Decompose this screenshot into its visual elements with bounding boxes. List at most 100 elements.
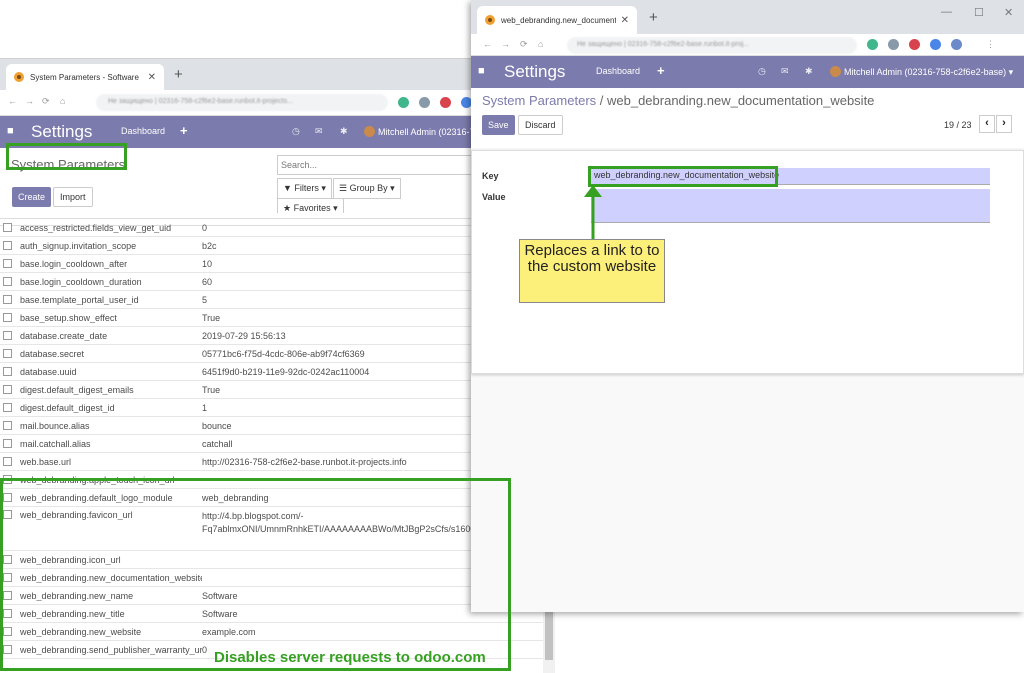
- new-tab-button[interactable]: +: [649, 9, 658, 26]
- reload-icon[interactable]: ⟳: [520, 39, 528, 50]
- extension-purple-icon[interactable]: [951, 39, 962, 50]
- menu-dashboard[interactable]: Dashboard: [121, 126, 165, 136]
- group-by-dropdown[interactable]: ☰ Group By ▾: [333, 178, 401, 199]
- row-checkbox[interactable]: [3, 421, 12, 430]
- table-row[interactable]: mail.bounce.alias bounce: [0, 417, 545, 435]
- row-checkbox[interactable]: [3, 241, 12, 250]
- tab-title: web_debranding.new_document: [501, 15, 616, 25]
- extension-red-icon[interactable]: [440, 97, 451, 108]
- debug-bug-icon[interactable]: ✱: [340, 126, 348, 137]
- table-row[interactable]: base.login_cooldown_after 10: [0, 255, 545, 273]
- param-key: database.secret: [20, 348, 85, 359]
- reload-icon[interactable]: ⟳: [42, 96, 50, 107]
- table-row[interactable]: auth_signup.invitation_scope b2c: [0, 237, 545, 255]
- param-value: catchall: [202, 438, 233, 449]
- param-key: digest.default_digest_emails: [20, 384, 134, 395]
- close-tab-icon[interactable]: ✕: [148, 72, 156, 83]
- list-scrollbar-thumb[interactable]: [545, 612, 553, 660]
- menu-dashboard[interactable]: Dashboard: [596, 66, 640, 76]
- breadcrumb: System Parameters / web_debranding.new_d…: [482, 93, 874, 108]
- table-row[interactable]: base.template_portal_user_id 5: [0, 291, 545, 309]
- home-icon[interactable]: ⌂: [60, 96, 65, 106]
- close-window-icon[interactable]: ✕: [1004, 6, 1013, 19]
- row-checkbox[interactable]: [3, 457, 12, 466]
- create-button[interactable]: Create: [12, 187, 52, 207]
- param-key: mail.catchall.alias: [20, 438, 91, 449]
- back-arrow-icon[interactable]: ←: [8, 96, 17, 106]
- table-row[interactable]: digest.default_digest_emails True: [0, 381, 545, 399]
- row-checkbox[interactable]: [3, 367, 12, 376]
- chat-bubble-icon[interactable]: ✉: [315, 126, 323, 137]
- value-field[interactable]: [591, 189, 990, 223]
- close-tab-icon[interactable]: ✕: [621, 15, 629, 26]
- odoo-favicon-icon: [14, 72, 24, 82]
- row-checkbox[interactable]: [3, 295, 12, 304]
- url-field[interactable]: Не защищено | 02316-758-c2f6e2-base.runb…: [96, 94, 388, 111]
- pager-previous-button[interactable]: ‹: [979, 115, 995, 133]
- save-button[interactable]: Save: [482, 115, 515, 135]
- back-arrow-icon[interactable]: ←: [483, 39, 492, 49]
- table-row[interactable]: base_setup.show_effect True: [0, 309, 545, 327]
- row-checkbox[interactable]: [3, 223, 12, 232]
- table-row[interactable]: web.base.url http://02316-758-c2f6e2-base…: [0, 453, 545, 471]
- table-row[interactable]: access_restricted.fields_view_get_uid 0: [0, 219, 545, 237]
- extension-green-icon[interactable]: [398, 97, 409, 108]
- param-value: 10: [202, 258, 213, 269]
- row-checkbox[interactable]: [3, 349, 12, 358]
- menu-plus-icon[interactable]: +: [180, 123, 188, 138]
- extension-gray-icon[interactable]: [888, 39, 899, 50]
- param-value: 2019-07-29 15:56:13: [202, 330, 286, 341]
- row-checkbox[interactable]: [3, 439, 12, 448]
- row-checkbox[interactable]: [3, 277, 12, 286]
- browser-menu-icon[interactable]: ⋮: [986, 39, 995, 50]
- tab-title: System Parameters - Software: [30, 72, 139, 82]
- new-tab-button[interactable]: +: [174, 66, 183, 83]
- row-checkbox[interactable]: [3, 313, 12, 322]
- row-checkbox[interactable]: [3, 403, 12, 412]
- table-row[interactable]: mail.catchall.alias catchall: [0, 435, 545, 453]
- value-label: Value: [482, 192, 506, 202]
- discard-button[interactable]: Discard: [518, 115, 563, 135]
- row-checkbox[interactable]: [3, 259, 12, 268]
- minimize-icon[interactable]: —: [941, 6, 952, 18]
- chat-bubble-icon[interactable]: ✉: [781, 66, 789, 77]
- app-brand[interactable]: Settings: [504, 62, 565, 82]
- maximize-icon[interactable]: ☐: [974, 6, 984, 19]
- filters-dropdown[interactable]: ▼ Filters ▾: [277, 178, 332, 199]
- browser-tab-system-parameters[interactable]: System Parameters - Software ✕: [6, 64, 164, 90]
- import-button[interactable]: Import: [53, 187, 93, 207]
- table-row[interactable]: base.login_cooldown_duration 60: [0, 273, 545, 291]
- debug-bug-icon[interactable]: ✱: [805, 66, 813, 77]
- param-key: mail.bounce.alias: [20, 420, 90, 431]
- table-row[interactable]: database.secret 05771bc6-f75d-4cdc-806e-a…: [0, 345, 545, 363]
- user-menu[interactable]: Mitchell Admin (02316-758-c2f6e2-base) ▾: [830, 66, 1013, 78]
- browser-tab-new-documentation[interactable]: web_debranding.new_document ✕: [477, 6, 637, 34]
- avatar: [364, 126, 375, 137]
- forward-arrow-icon[interactable]: →: [501, 39, 510, 49]
- breadcrumb-parent[interactable]: System Parameters: [482, 93, 596, 108]
- pager-next-button[interactable]: ›: [996, 115, 1012, 133]
- table-row[interactable]: database.create_date 2019-07-29 15:56:13: [0, 327, 545, 345]
- extension-red-icon[interactable]: [909, 39, 920, 50]
- pager-value[interactable]: 19 / 23: [944, 120, 972, 130]
- menu-plus-icon[interactable]: +: [657, 63, 665, 78]
- extension-gray-icon[interactable]: [419, 97, 430, 108]
- activity-clock-icon[interactable]: ◷: [292, 126, 300, 137]
- extension-blue-icon[interactable]: [930, 39, 941, 50]
- table-row[interactable]: digest.default_digest_id 1: [0, 399, 545, 417]
- forward-arrow-icon[interactable]: →: [25, 96, 34, 106]
- table-row[interactable]: database.uuid 6451f9d0-b219-11e9-92dc-024…: [0, 363, 545, 381]
- row-checkbox[interactable]: [3, 331, 12, 340]
- row-checkbox[interactable]: [3, 385, 12, 394]
- home-icon[interactable]: ⌂: [538, 39, 543, 49]
- right-browser-window: web_debranding.new_document ✕ + — ☐ ✕ ← …: [471, 0, 1024, 612]
- activity-clock-icon[interactable]: ◷: [758, 66, 766, 77]
- extension-green-icon[interactable]: [867, 39, 878, 50]
- app-brand[interactable]: Settings: [31, 122, 92, 142]
- apps-grid-icon[interactable]: ■: [478, 65, 485, 77]
- url-field[interactable]: Не защищено | 02316-758-c2f6e2-base.runb…: [567, 37, 857, 54]
- param-value: 1: [202, 402, 208, 413]
- list-header-strip: [0, 213, 545, 219]
- user-menu[interactable]: Mitchell Admin (02316-7: [364, 126, 475, 137]
- apps-grid-icon[interactable]: ■: [7, 125, 14, 137]
